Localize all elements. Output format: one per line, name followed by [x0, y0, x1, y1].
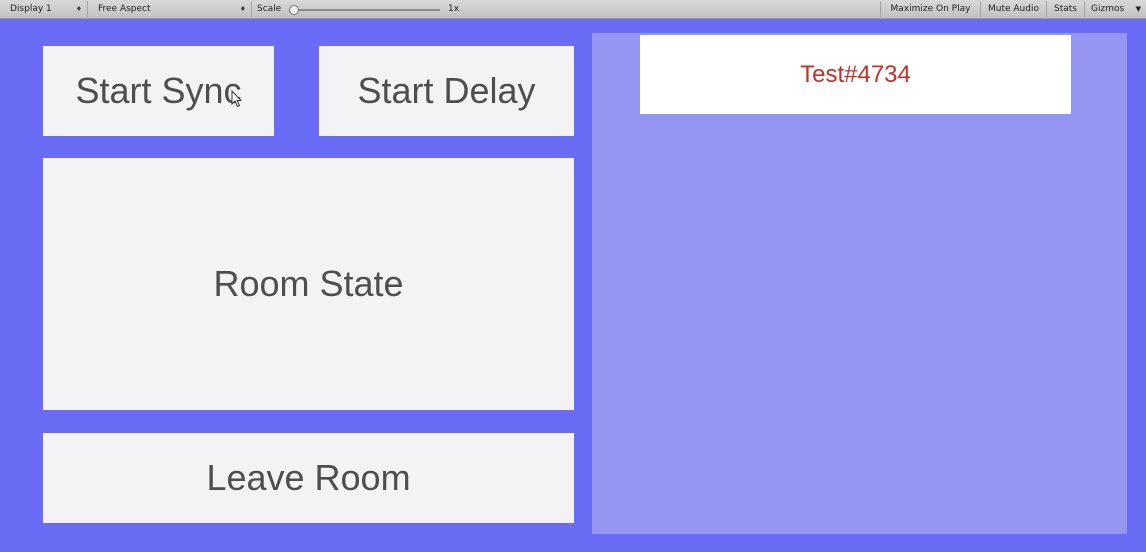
room-state-button[interactable]: Room State: [43, 158, 574, 410]
dropdown-arrow-icon: ♦: [75, 5, 82, 13]
mouse-cursor-icon: [231, 90, 243, 108]
gizmos-dropdown[interactable]: Gizmos ▼: [1084, 1, 1146, 17]
player-name: Test#4734: [800, 60, 911, 88]
room-state-label: Room State: [213, 263, 404, 304]
stats-toggle[interactable]: Stats: [1046, 1, 1084, 17]
game-view-toolbar: Display 1 ♦ Free Aspect ♦ Scale 1x Maxim…: [0, 0, 1146, 19]
dropdown-arrow-icon: ♦: [239, 5, 246, 13]
start-sync-label: Start Sync: [75, 70, 242, 111]
scale-slider-thumb[interactable]: [289, 5, 299, 15]
maximize-on-play-toggle[interactable]: Maximize On Play: [880, 1, 980, 17]
scale-label: Scale: [257, 4, 282, 14]
scale-value: 1x: [448, 4, 460, 14]
aspect-dropdown[interactable]: Free Aspect ♦: [88, 1, 252, 17]
display-label: Display 1: [10, 4, 52, 14]
leave-room-label: Leave Room: [206, 457, 411, 498]
start-delay-label: Start Delay: [357, 70, 536, 111]
display-dropdown[interactable]: Display 1 ♦: [0, 1, 88, 17]
mute-audio-toggle[interactable]: Mute Audio: [980, 1, 1046, 17]
scale-control: Scale 1x: [252, 1, 472, 17]
player-name-entry: Test#4734: [640, 35, 1071, 114]
aspect-label: Free Aspect: [98, 4, 151, 14]
player-list-panel: Test#4734: [592, 33, 1127, 534]
dropdown-arrow-icon: ▼: [1135, 5, 1141, 13]
leave-room-button[interactable]: Leave Room: [43, 433, 574, 523]
start-delay-button[interactable]: Start Delay: [319, 46, 574, 136]
gizmos-label: Gizmos: [1091, 4, 1125, 14]
scale-slider-track[interactable]: [292, 9, 440, 11]
